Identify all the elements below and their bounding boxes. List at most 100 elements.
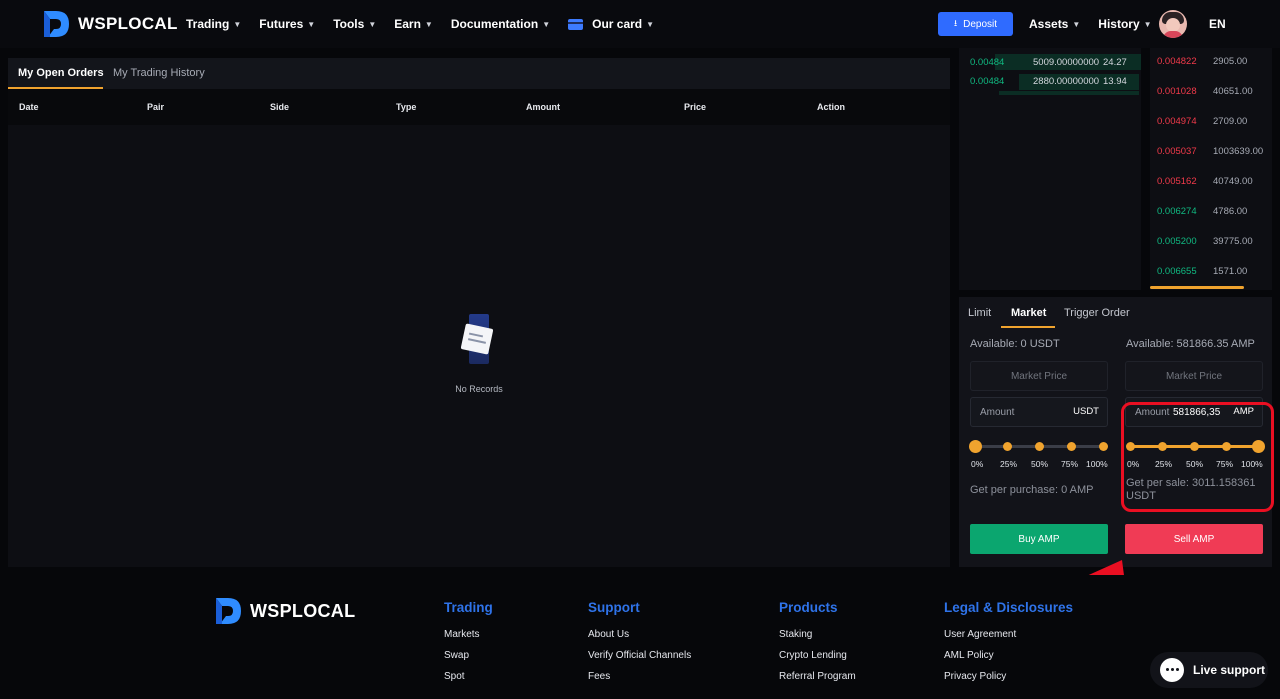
column-date: Date xyxy=(19,102,39,112)
slider-step[interactable] xyxy=(1066,442,1076,451)
nav-earn[interactable]: Earn ▼ xyxy=(394,17,433,31)
footer-link-staking[interactable]: Staking xyxy=(779,629,856,640)
slider-step[interactable] xyxy=(1034,442,1044,451)
buy-percent-25[interactable]: 25% xyxy=(1000,459,1017,469)
live-support-label: Live support xyxy=(1193,663,1266,677)
bid-total: 13.94 xyxy=(1103,76,1127,87)
trade-amount: 1003639.00 xyxy=(1213,146,1264,157)
slider-handle[interactable] xyxy=(968,440,982,453)
column-side: Side xyxy=(270,102,290,112)
buy-amount-label: Amount xyxy=(980,407,1015,418)
download-icon: ⭳ xyxy=(953,18,958,28)
trade-price[interactable]: 0.006274 xyxy=(1157,206,1197,217)
footer-brand-name: WSPLOCAL xyxy=(250,600,356,621)
footer-link-fees[interactable]: Fees xyxy=(588,671,691,682)
nav-history[interactable]: History ▼ xyxy=(1098,17,1151,31)
trade-price[interactable]: 0.005162 xyxy=(1157,176,1197,187)
buy-estimate: Get per purchase: 0 AMP xyxy=(970,484,1094,496)
tab-limit[interactable]: Limit xyxy=(968,307,991,319)
chevron-down-icon: ▼ xyxy=(1143,19,1152,29)
brand-logo[interactable]: WSPLOCAL xyxy=(42,9,178,39)
buy-amount-input[interactable]: Amount USDT xyxy=(970,397,1108,427)
trade-amount: 1571.00 xyxy=(1213,266,1248,277)
tab-trigger-order[interactable]: Trigger Order xyxy=(1064,307,1130,319)
footer-link-referral[interactable]: Referral Program xyxy=(779,671,856,682)
trade-price[interactable]: 0.004974 xyxy=(1157,116,1197,127)
recent-trades: 0.004822 2905.00 0.001028 40651.00 0.004974 2… xyxy=(1150,48,1272,290)
footer-col-title: Legal & Disclosures xyxy=(944,600,1074,615)
chevron-down-icon: ▼ xyxy=(1072,19,1081,29)
buy-percent-75[interactable]: 75% xyxy=(1061,459,1078,469)
footer-link-spot[interactable]: Spot xyxy=(444,671,493,682)
trade-price[interactable]: 0.004822 xyxy=(1157,56,1197,67)
sell-amp-button[interactable]: Sell AMP xyxy=(1125,524,1263,554)
no-records-icon xyxy=(455,314,503,366)
language-selector[interactable]: EN xyxy=(1209,17,1226,31)
sell-price-placeholder: Market Price xyxy=(1165,371,1223,382)
buy-amp-button[interactable]: Buy AMP xyxy=(970,524,1108,554)
footer-col-support: Support About Us Verify Official Channel… xyxy=(588,600,691,692)
bid-amount: 5009.00000000 xyxy=(1033,57,1100,68)
chevron-down-icon: ▼ xyxy=(542,19,551,29)
nav-trading[interactable]: Trading ▼ xyxy=(186,17,241,31)
footer-link-about-us[interactable]: About Us xyxy=(588,629,691,640)
deposit-button[interactable]: ⭳ Deposit xyxy=(938,12,1013,36)
trade-amount: 39775.00 xyxy=(1213,236,1253,247)
user-avatar[interactable] xyxy=(1159,10,1187,38)
nav-futures-label: Futures xyxy=(259,17,304,31)
tab-market[interactable]: Market xyxy=(1011,307,1046,319)
footer-col-title: Trading xyxy=(444,600,493,615)
nav-our-card[interactable]: Our card ▼ xyxy=(568,17,654,31)
chat-dot xyxy=(1166,668,1169,671)
tab-my-trading-history[interactable]: My Trading History xyxy=(113,67,205,79)
slider-step[interactable] xyxy=(1002,442,1012,451)
footer-link-crypto-lending[interactable]: Crypto Lending xyxy=(779,650,856,661)
depth-bar xyxy=(999,91,1139,95)
nav-assets[interactable]: Assets ▼ xyxy=(1029,17,1080,31)
tab-my-open-orders[interactable]: My Open Orders xyxy=(18,67,104,79)
nav-documentation-label: Documentation xyxy=(450,17,539,31)
buy-amount-unit: USDT xyxy=(1073,406,1099,417)
nav-futures[interactable]: Futures ▼ xyxy=(259,17,315,31)
trade-amount: 4786.00 xyxy=(1213,206,1248,217)
footer-link-user-agreement[interactable]: User Agreement xyxy=(944,629,1073,640)
avatar-shirt xyxy=(1163,31,1183,38)
orders-tabs: My Open Orders My Trading History xyxy=(8,58,950,89)
deposit-label: Deposit xyxy=(963,18,998,30)
trade-price[interactable]: 0.006655 xyxy=(1157,266,1197,277)
buy-percent-50[interactable]: 50% xyxy=(1031,459,1048,469)
chevron-down-icon: ▼ xyxy=(307,19,316,29)
nav-tools[interactable]: Tools ▼ xyxy=(333,17,376,31)
brand-name: WSPLOCAL xyxy=(78,14,178,33)
bid-price[interactable]: 0.00484 xyxy=(970,57,1004,68)
buy-percent-0[interactable]: 0% xyxy=(971,459,983,469)
bid-price[interactable]: 0.00484 xyxy=(970,76,1004,87)
chevron-down-icon: ▼ xyxy=(646,19,655,29)
trade-amount: 2905.00 xyxy=(1213,56,1248,67)
slider-step[interactable] xyxy=(1098,442,1108,451)
footer-col-products: Products Staking Crypto Lending Referral… xyxy=(779,600,856,692)
nav-earn-label: Earn xyxy=(394,17,421,31)
footer-link-markets[interactable]: Markets xyxy=(444,629,493,640)
trade-price[interactable]: 0.001028 xyxy=(1157,86,1197,97)
footer-logo[interactable]: WSPLOCAL xyxy=(214,596,355,626)
footer: WSPLOCAL Trading Markets Swap Spot Suppo… xyxy=(0,575,1280,699)
orderbook-bids: 0.00484 5009.00000000 24.27 0.00484 2880… xyxy=(959,48,1141,290)
buy-percent-slider[interactable] xyxy=(968,439,1108,453)
footer-link-aml-policy[interactable]: AML Policy xyxy=(944,650,1073,661)
footer-link-privacy-policy[interactable]: Privacy Policy xyxy=(944,671,1073,682)
footer-link-swap[interactable]: Swap xyxy=(444,650,493,661)
footer-link-verify-channels[interactable]: Verify Official Channels xyxy=(588,650,691,661)
trade-price[interactable]: 0.005037 xyxy=(1157,146,1197,157)
live-support-button[interactable]: Live support xyxy=(1150,652,1268,688)
column-action: Action xyxy=(817,102,845,112)
column-amount: Amount xyxy=(526,102,560,112)
chat-bubble-icon xyxy=(1160,658,1184,682)
buy-percent-100[interactable]: 100% xyxy=(1086,459,1108,469)
active-tab-indicator xyxy=(1001,326,1055,328)
sell-available-balance: Available: 581866.35 AMP xyxy=(1126,338,1255,350)
nav-documentation[interactable]: Documentation ▼ xyxy=(451,17,550,31)
trade-price[interactable]: 0.005200 xyxy=(1157,236,1197,247)
nav-tools-label: Tools xyxy=(333,17,365,31)
empty-state-text: No Records xyxy=(455,384,503,394)
